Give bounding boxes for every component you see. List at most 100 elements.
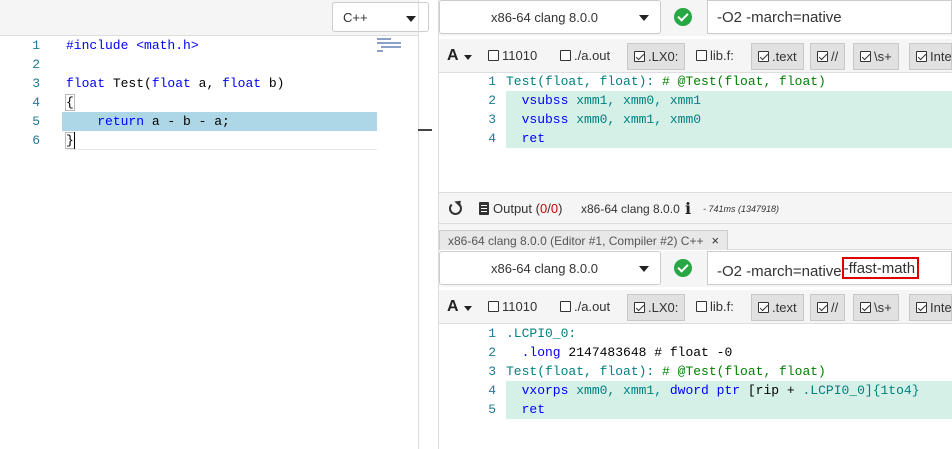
- tab-compiler2[interactable]: x86-64 clang 8.0.0 (Editor #1, Compiler …: [439, 230, 729, 250]
- line-number: 6: [32, 133, 40, 148]
- code-text: a,: [190, 76, 223, 91]
- filter-label: //: [831, 49, 839, 64]
- compiler2-name: x86-64 clang 8.0.0: [491, 261, 598, 276]
- checkbox-checked-icon: [758, 302, 769, 313]
- line-number: 4: [32, 95, 40, 110]
- compiler1-name: x86-64 clang 8.0.0: [491, 10, 598, 25]
- flags-base: -O2 -march=native: [717, 263, 842, 280]
- editor-minimap[interactable]: [377, 36, 407, 56]
- compiler2-select[interactable]: x86-64 clang 8.0.0: [439, 251, 661, 285]
- chevron-down-icon: [464, 306, 472, 311]
- compiler2-filter-bar: A 11010 ./a.out .LX0: lib.f: .text // \s…: [439, 290, 952, 324]
- asm-comment: # float -0: [646, 345, 733, 360]
- asm-line[interactable]: ret: [506, 129, 952, 148]
- asm-comment: # @Test(float, float): [654, 74, 826, 89]
- filter-label: 11010: [502, 48, 538, 63]
- filter-whitespace[interactable]: \s+: [853, 43, 899, 70]
- compiler2-tab-strip: x86-64 clang 8.0.0 (Editor #1, Compiler …: [439, 224, 952, 250]
- asm-line-number: 4: [488, 131, 496, 146]
- asm-operands: xmm0, xmm1, xmm0: [568, 112, 702, 127]
- asm-line[interactable]: Test(float, float): # @Test(float, float…: [506, 362, 952, 381]
- asm-line-number: 1: [488, 326, 496, 341]
- asm-line[interactable]: vsubss xmm1, xmm0, xmm1: [506, 91, 952, 110]
- code-keyword: float: [151, 76, 191, 91]
- asm-label: Test(float, float):: [506, 364, 655, 379]
- asm-line[interactable]: Test(float, float): # @Test(float, float…: [506, 72, 952, 91]
- code-text: Test(: [105, 76, 152, 91]
- checkbox-checked-icon: [916, 302, 927, 313]
- filter-binary[interactable]: 11010: [482, 294, 543, 321]
- output-button[interactable]: Output (0/0): [493, 201, 562, 216]
- pane-splitter[interactable]: [418, 0, 419, 449]
- filter-library-functions[interactable]: lib.f:: [690, 43, 740, 70]
- info-icon[interactable]: i: [685, 199, 691, 218]
- font-size-button[interactable]: A: [447, 298, 472, 316]
- asm-number: 2147483648: [560, 345, 647, 360]
- language-select-label: C++: [343, 10, 368, 25]
- filter-intel-syntax[interactable]: Inte: [909, 294, 952, 321]
- asm-label: .LCPI0_0:: [506, 326, 577, 341]
- asm-instruction: vsubss: [506, 93, 569, 108]
- close-icon[interactable]: ×: [711, 233, 719, 248]
- filter-label: ./a.out: [574, 299, 611, 314]
- check-circle-icon[interactable]: [674, 259, 692, 277]
- asm-memory-operand: ]{1to4}: [864, 383, 920, 398]
- compiler2-flags-text: -O2 -march=native -ffast-math: [717, 257, 920, 282]
- asm-line[interactable]: ret: [506, 400, 952, 419]
- code-line-close-brace[interactable]: }: [65, 131, 75, 150]
- asm-line[interactable]: .long 2147483648 # float -0: [506, 343, 952, 362]
- filter-label: 11010: [502, 299, 538, 314]
- filter-directives[interactable]: .text: [751, 294, 804, 321]
- refresh-icon[interactable]: [449, 202, 462, 215]
- splitter-handle[interactable]: [418, 129, 432, 131]
- check-circle-icon[interactable]: [674, 8, 692, 26]
- code-line-open-brace[interactable]: {: [65, 93, 75, 112]
- output-label: Output (: [493, 201, 540, 216]
- code-line-include[interactable]: #include <math.h>: [66, 36, 199, 55]
- asm-line[interactable]: .LCPI0_0:: [506, 324, 952, 343]
- filter-labels[interactable]: .LX0:: [627, 43, 686, 70]
- asm-instruction: ret: [506, 131, 546, 146]
- font-size-button[interactable]: A: [447, 47, 472, 65]
- chevron-down-icon: [464, 55, 472, 60]
- filter-comments[interactable]: //: [810, 294, 846, 321]
- code-text: {: [65, 94, 75, 111]
- checkbox-checked-icon: [634, 302, 645, 313]
- asm-line[interactable]: vsubss xmm0, xmm1, xmm0: [506, 110, 952, 129]
- filter-comments[interactable]: //: [810, 43, 846, 70]
- editor-end-rule: [66, 149, 377, 150]
- compiler2-flags-input[interactable]: -O2 -march=native -ffast-math: [707, 251, 952, 285]
- asm-line[interactable]: vxorps xmm0, xmm1, dword ptr [rip + .LCP…: [506, 381, 952, 400]
- filter-label: ./a.out: [574, 48, 611, 63]
- language-select[interactable]: C++: [332, 2, 429, 32]
- minimap-line: [377, 38, 391, 40]
- filter-library-functions[interactable]: lib.f:: [690, 294, 740, 321]
- asm-line-number: 2: [488, 93, 496, 108]
- code-text: #include <math.h>: [66, 38, 199, 53]
- filter-directives[interactable]: .text: [751, 43, 804, 70]
- checkbox-checked-icon: [634, 51, 645, 62]
- filter-binary[interactable]: 11010: [482, 43, 543, 70]
- filter-labels[interactable]: .LX0:: [627, 294, 686, 321]
- chevron-down-icon: [639, 15, 649, 21]
- asm-line-number: 3: [488, 364, 496, 379]
- filter-execute[interactable]: ./a.out: [554, 43, 616, 70]
- code-line-return[interactable]: return a - b - a;: [66, 112, 230, 131]
- filter-execute[interactable]: ./a.out: [554, 294, 616, 321]
- code-text: }: [65, 132, 75, 149]
- filter-label: \s+: [874, 300, 892, 315]
- asm-directive: .long: [506, 345, 561, 360]
- text-cursor: [74, 132, 75, 149]
- code-text: b): [261, 76, 285, 91]
- chevron-down-icon: [639, 266, 649, 272]
- filter-label: Inte: [930, 300, 952, 315]
- asm-line-number: 3: [488, 112, 496, 127]
- code-line-signature[interactable]: float Test(float a, float b): [66, 74, 284, 93]
- filter-label: .text: [772, 300, 797, 315]
- compiler1-flags-input[interactable]: -O2 -march=native: [707, 0, 952, 34]
- filter-whitespace[interactable]: \s+: [853, 294, 899, 321]
- compiler1-select[interactable]: x86-64 clang 8.0.0: [439, 0, 661, 34]
- filter-intel-syntax[interactable]: Inte: [909, 43, 952, 70]
- filter-label: \s+: [874, 49, 892, 64]
